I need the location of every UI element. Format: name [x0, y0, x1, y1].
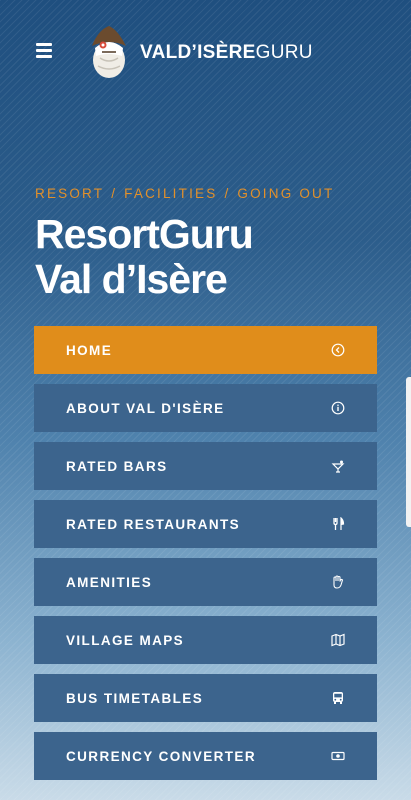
top-bar: VALD’ISÈREGURU — [0, 0, 411, 105]
nav-item-bus-timetables[interactable]: BUS TIMETABLES — [34, 674, 377, 722]
brand-name[interactable]: VALD’ISÈREGURU — [140, 42, 313, 64]
nav-item-amenities[interactable]: AMENITIES — [34, 558, 377, 606]
money-icon — [331, 749, 345, 763]
scroll-edge-tab[interactable] — [406, 377, 411, 527]
nav-item-label: VILLAGE MAPS — [66, 632, 185, 648]
breadcrumb-facilities[interactable]: FACILITIES — [124, 186, 217, 201]
nav-item-label: CURRENCY CONVERTER — [66, 748, 256, 764]
breadcrumb: RESORT / FACILITIES / GOING OUT — [35, 186, 334, 201]
cocktail-icon — [331, 459, 345, 473]
nav-item-label: ABOUT VAL D'ISÈRE — [66, 400, 225, 416]
map-icon — [331, 633, 345, 647]
nav-item-currency-converter[interactable]: CURRENCY CONVERTER — [34, 732, 377, 780]
breadcrumb-resort[interactable]: RESORT — [35, 186, 104, 201]
guru-logo[interactable] — [86, 22, 132, 80]
hamburger-menu-icon[interactable] — [36, 43, 52, 58]
breadcrumb-separator: / — [111, 186, 118, 201]
nav-item-label: HOME — [66, 342, 113, 358]
nav-item-village-maps[interactable]: VILLAGE MAPS — [34, 616, 377, 664]
brand-bold-text: VALD’ISÈRE — [140, 42, 256, 63]
nav-item-about[interactable]: ABOUT VAL D'ISÈRE — [34, 384, 377, 432]
bus-icon — [331, 691, 345, 705]
nav-item-home[interactable]: HOME — [34, 326, 377, 374]
nav-item-label: RATED BARS — [66, 458, 168, 474]
back-circle-icon — [331, 343, 345, 357]
nav-item-label: AMENITIES — [66, 574, 153, 590]
resort-nav-menu: HOME ABOUT VAL D'ISÈRE RATED BARS RATED … — [34, 326, 377, 790]
nav-item-label: BUS TIMETABLES — [66, 690, 204, 706]
page-title-line1: ResortGuru — [35, 211, 254, 257]
breadcrumb-going-out[interactable]: GOING OUT — [237, 186, 334, 201]
nav-item-rated-restaurants[interactable]: RATED RESTAURANTS — [34, 500, 377, 548]
page-title: ResortGuru Val d’Isère — [35, 211, 254, 302]
info-circle-icon — [331, 401, 345, 415]
breadcrumb-separator: / — [224, 186, 231, 201]
cutlery-icon — [331, 517, 345, 531]
brand-light-text: GURU — [255, 42, 313, 63]
nav-item-label: RATED RESTAURANTS — [66, 516, 241, 532]
page-title-line2: Val d’Isère — [35, 256, 228, 302]
nav-item-rated-bars[interactable]: RATED BARS — [34, 442, 377, 490]
hand-icon — [331, 575, 345, 589]
